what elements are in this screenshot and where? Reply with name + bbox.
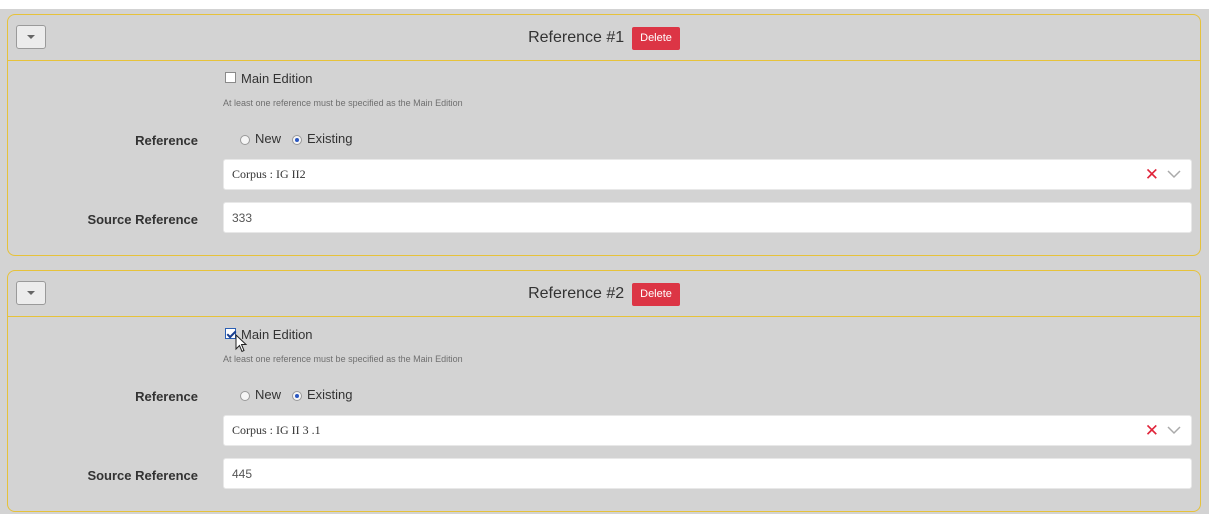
main-edition-label[interactable]: Main Edition	[241, 71, 313, 86]
source-reference-input[interactable]: 333	[223, 202, 1192, 233]
reference-label: Reference	[135, 389, 198, 404]
source-reference-input[interactable]: 445	[223, 458, 1192, 489]
panel-title-wrap: Reference #2 Delete	[8, 271, 1200, 317]
source-reference-label: Source Reference	[87, 468, 198, 483]
reference-panel-1: Reference #1 Delete Main Edition At leas…	[7, 14, 1201, 256]
radio-new[interactable]	[240, 135, 250, 145]
corpus-select-value: Corpus : IG II2	[232, 167, 306, 181]
corpus-select-value: Corpus : IG II 3 .1	[232, 423, 321, 437]
references-page: Reference #1 Delete Main Edition At leas…	[0, 0, 1209, 514]
source-reference-label: Source Reference	[87, 212, 198, 227]
source-reference-value: 445	[232, 466, 253, 481]
close-x-icon[interactable]: ✕	[1145, 166, 1159, 183]
panel-title-wrap: Reference #1 Delete	[8, 15, 1200, 61]
source-reference-value: 333	[232, 210, 253, 225]
chevron-down-icon[interactable]	[1167, 168, 1181, 180]
radio-new[interactable]	[240, 391, 250, 401]
reference-panel-header: Reference #1 Delete	[8, 15, 1200, 61]
radio-existing[interactable]	[292, 135, 302, 145]
delete-button[interactable]: Delete	[632, 282, 680, 306]
main-edition-hint: At least one reference must be specified…	[223, 98, 463, 108]
delete-button[interactable]: Delete	[632, 26, 680, 50]
close-x-icon[interactable]: ✕	[1145, 422, 1159, 439]
radio-existing-label[interactable]: Existing	[307, 387, 353, 402]
reference-label: Reference	[135, 133, 198, 148]
corpus-select[interactable]: Corpus : IG II2 ✕	[223, 159, 1192, 190]
panel-title: Reference #2	[528, 285, 625, 302]
radio-new-label[interactable]: New	[255, 387, 281, 402]
reference-panel-2: Reference #2 Delete Main Edition At leas…	[7, 270, 1201, 512]
mouse-pointer-icon	[235, 334, 248, 353]
main-edition-hint: At least one reference must be specified…	[223, 354, 463, 364]
corpus-select[interactable]: Corpus : IG II 3 .1 ✕	[223, 415, 1192, 446]
top-strip	[0, 0, 1209, 9]
panel-title: Reference #1	[528, 29, 625, 46]
main-edition-checkbox[interactable]	[225, 72, 236, 83]
radio-existing-label[interactable]: Existing	[307, 131, 353, 146]
chevron-down-icon[interactable]	[1167, 424, 1181, 436]
radio-new-label[interactable]: New	[255, 131, 281, 146]
main-edition-label[interactable]: Main Edition	[241, 327, 313, 342]
radio-existing[interactable]	[292, 391, 302, 401]
reference-panel-header: Reference #2 Delete	[8, 271, 1200, 317]
